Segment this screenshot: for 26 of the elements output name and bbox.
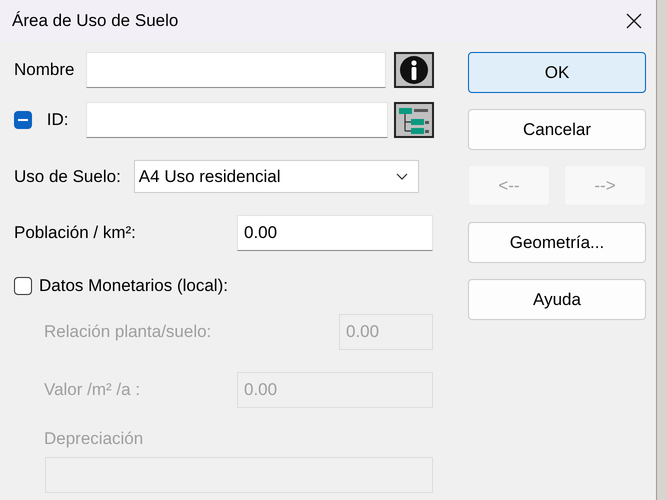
input-field[interactable] [86,52,386,88]
field-label: Uso de Suelo: [14,166,121,186]
button[interactable]: Cancelar [468,109,646,150]
field-label: Valor /m² /a : [44,380,142,400]
button[interactable]: Ayuda [468,279,646,320]
field-label: Nombre [14,60,76,80]
info-button[interactable] [394,52,434,88]
chevron-icon [396,172,408,180]
field-label: Relación planta/suelo: [44,322,212,342]
dropdown[interactable]: A4 Uso residencial [134,160,419,193]
checkbox[interactable] [14,277,32,295]
tree-button[interactable] [394,102,434,138]
field-label: ID: [46,110,70,130]
input-field[interactable]: 0.00 [237,215,433,251]
input-field[interactable] [86,102,388,138]
field-label: Depreciación [44,429,144,449]
minus-icon [18,118,28,122]
tree-icon [397,105,432,135]
window-title: Área de Uso de Suelo [12,11,178,31]
button[interactable]: OK [468,52,646,93]
field-label: Datos Monetarios (local): [39,276,228,296]
button[interactable]: Geometría... [468,222,646,263]
info-icon [399,55,430,85]
close-icon[interactable] [624,11,644,31]
checkbox[interactable] [14,111,32,129]
field-label: Población / km²: [14,223,137,243]
